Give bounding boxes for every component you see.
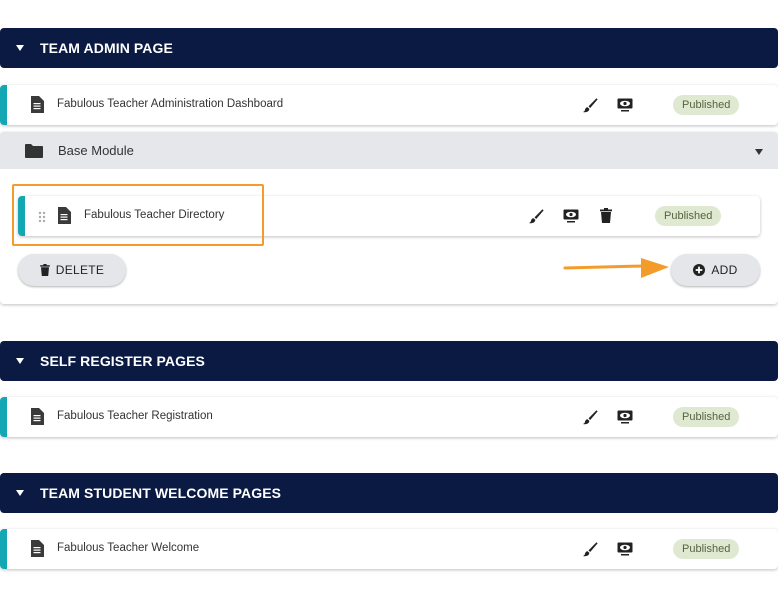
document-icon bbox=[30, 408, 44, 430]
document-icon bbox=[30, 540, 44, 562]
brush-icon[interactable] bbox=[582, 541, 598, 562]
page-title[interactable]: Fabulous Teacher Registration bbox=[57, 410, 213, 422]
status-badge: Published bbox=[673, 95, 740, 115]
trash-icon[interactable] bbox=[600, 208, 612, 228]
chevron-down-icon[interactable] bbox=[755, 149, 763, 155]
highlight-box bbox=[12, 184, 264, 246]
page-row[interactable]: Fabulous Teacher Registration Published bbox=[0, 397, 778, 437]
status-badge: Published bbox=[673, 539, 740, 559]
module-title: Base Module bbox=[58, 143, 134, 158]
preview-icon[interactable] bbox=[617, 410, 633, 429]
status-badge: Published bbox=[673, 407, 740, 427]
add-label: ADD bbox=[711, 263, 738, 277]
preview-icon[interactable] bbox=[617, 98, 633, 117]
brush-icon[interactable] bbox=[528, 208, 544, 229]
page-title[interactable]: Fabulous Teacher Welcome bbox=[57, 542, 199, 554]
preview-icon[interactable] bbox=[563, 209, 579, 228]
trash-icon bbox=[39, 264, 50, 276]
caret-down-icon bbox=[16, 45, 24, 51]
brush-icon[interactable] bbox=[582, 409, 598, 430]
row-accent bbox=[0, 529, 7, 569]
row-accent bbox=[0, 85, 7, 125]
folder-icon bbox=[25, 144, 43, 163]
delete-label: DELETE bbox=[55, 263, 105, 277]
section-header-self-register[interactable]: SELF REGISTER PAGES bbox=[0, 341, 778, 381]
section-title: SELF REGISTER PAGES bbox=[40, 353, 205, 369]
document-icon bbox=[30, 96, 44, 118]
brush-icon[interactable] bbox=[582, 97, 598, 118]
page-row[interactable]: Fabulous Teacher Administration Dashboar… bbox=[0, 85, 778, 125]
add-button[interactable]: ADD bbox=[671, 254, 760, 286]
section-header-team-admin[interactable]: TEAM ADMIN PAGE bbox=[0, 28, 778, 68]
module-header[interactable]: Base Module bbox=[0, 132, 778, 169]
delete-button[interactable]: DELETE bbox=[18, 254, 126, 286]
arrow-right-icon bbox=[563, 258, 671, 285]
page-title[interactable]: Fabulous Teacher Administration Dashboar… bbox=[57, 98, 283, 110]
section-title: TEAM ADMIN PAGE bbox=[40, 40, 173, 56]
row-accent bbox=[0, 397, 7, 437]
status-badge: Published bbox=[655, 206, 722, 226]
preview-icon[interactable] bbox=[617, 542, 633, 561]
page-row[interactable]: Fabulous Teacher Welcome Published bbox=[0, 529, 778, 569]
plus-circle-icon bbox=[693, 264, 706, 276]
caret-down-icon bbox=[16, 358, 24, 364]
section-title: TEAM STUDENT WELCOME PAGES bbox=[40, 485, 282, 501]
caret-down-icon bbox=[16, 490, 24, 496]
section-header-team-student-welcome[interactable]: TEAM STUDENT WELCOME PAGES bbox=[0, 473, 778, 513]
